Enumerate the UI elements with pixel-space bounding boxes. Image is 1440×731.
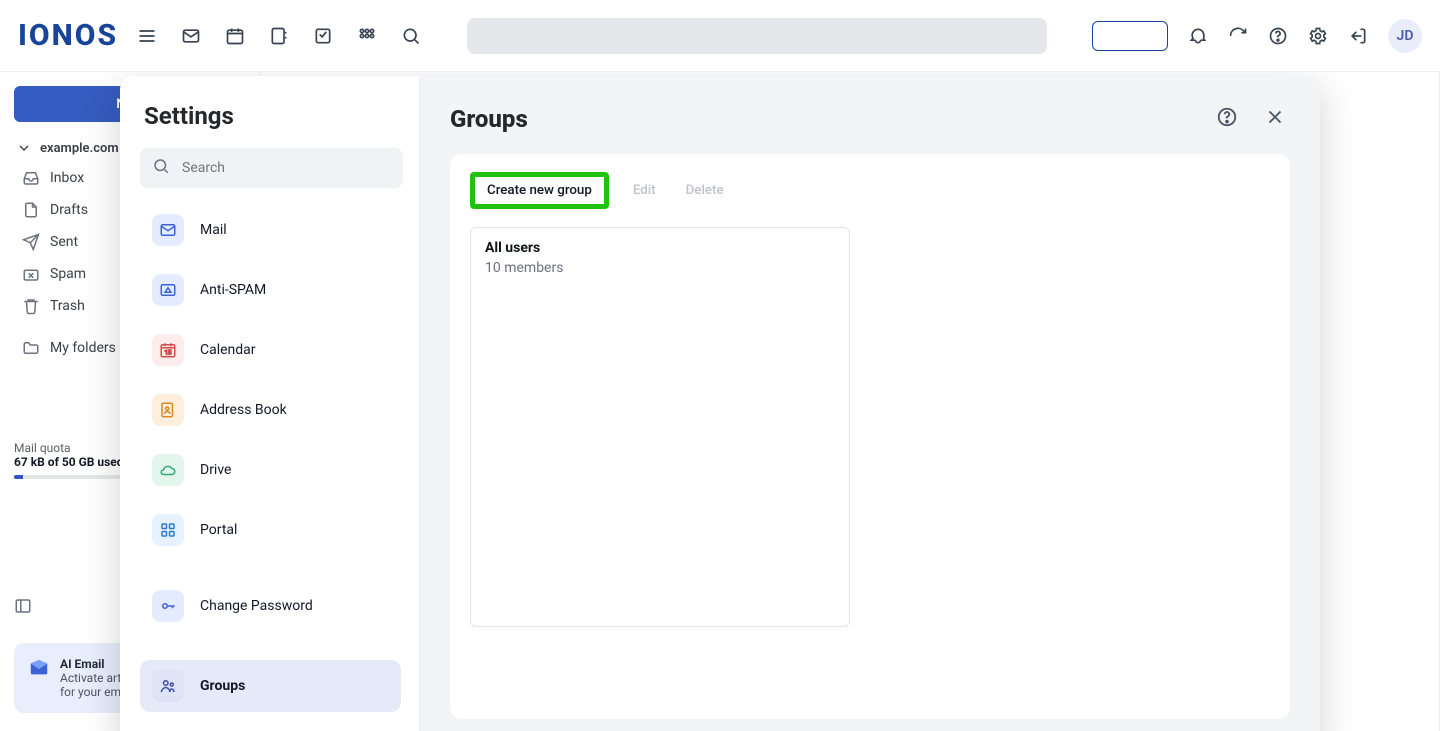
app-nav-icons [136,25,422,47]
app-body: New example.com Inbox Drafts Sent Spam T… [0,72,1440,731]
nav-portal[interactable]: Portal [140,504,401,556]
mail-icon [152,214,184,246]
settings-modal: Settings Mail Anti-SPAM 15Calendar Addre… [120,76,1320,731]
settings-overlay: Settings Mail Anti-SPAM 15Calendar Addre… [0,72,1440,731]
svg-text:15: 15 [165,350,172,357]
nav-calendar[interactable]: 15Calendar [140,324,401,376]
calendar-icon: 15 [152,334,184,366]
calendar-icon[interactable] [224,25,246,47]
avatar[interactable]: JD [1388,19,1422,53]
groups-icon [152,670,184,702]
logout-icon[interactable] [1348,26,1368,46]
nav-anti-spam[interactable]: Anti-SPAM [140,264,401,316]
settings-nav[interactable]: Mail Anti-SPAM 15Calendar Address Book D… [140,200,419,725]
nav-change-password[interactable]: Change Password [140,580,401,632]
group-list: All users 10 members [470,227,1270,627]
settings-header: Groups [420,76,1320,154]
addressbook-icon[interactable] [268,25,290,47]
settings-title: Settings [144,102,419,130]
nav-mail[interactable]: Mail [140,204,401,256]
edit-group-button[interactable]: Edit [627,182,662,199]
nav-drive[interactable]: Drive [140,444,401,496]
delete-group-button[interactable]: Delete [680,182,730,199]
grid-icon [152,514,184,546]
settings-body: Create new group Edit Delete All users 1… [420,154,1320,731]
settings-sidebar: Settings Mail Anti-SPAM 15Calendar Addre… [120,76,420,731]
settings-search[interactable] [140,148,403,188]
topbar-left: IONOS [18,18,422,53]
settings-heading: Groups [450,105,528,133]
group-name: All users [485,240,835,256]
create-group-button[interactable]: Create new group [470,172,609,209]
mail-icon[interactable] [180,25,202,47]
groups-toolbar: Create new group Edit Delete [470,172,1270,209]
shield-icon [152,274,184,306]
groups-card: Create new group Edit Delete All users 1… [450,154,1290,719]
key-icon [152,590,184,622]
topbar-right: JD [1092,19,1422,53]
help-button[interactable] [1212,102,1242,136]
settings-search-input[interactable] [180,159,391,177]
group-item[interactable]: All users 10 members [470,227,850,627]
nav-resources[interactable]: Resources [140,720,401,725]
global-search[interactable] [467,18,1047,54]
settings-icon[interactable] [1308,26,1328,46]
group-members: 10 members [485,260,835,276]
apps-icon[interactable] [356,25,378,47]
notifications-icon[interactable] [1188,26,1208,46]
app-logo: IONOS [18,18,118,53]
tasks-icon[interactable] [312,25,334,47]
close-button[interactable] [1260,102,1290,136]
upgrade-chip[interactable] [1092,21,1168,51]
search-icon [152,157,170,179]
contacts-icon [152,394,184,426]
menu-icon[interactable] [136,25,158,47]
cloud-icon [152,454,184,486]
nav-address-book[interactable]: Address Book [140,384,401,436]
nav-groups[interactable]: Groups [140,660,401,712]
search-icon[interactable] [400,25,422,47]
topbar: IONOS JD [0,0,1440,72]
refresh-icon[interactable] [1228,26,1248,46]
help-icon[interactable] [1268,26,1288,46]
settings-main: Groups Create new group Edit Delete [420,76,1320,731]
